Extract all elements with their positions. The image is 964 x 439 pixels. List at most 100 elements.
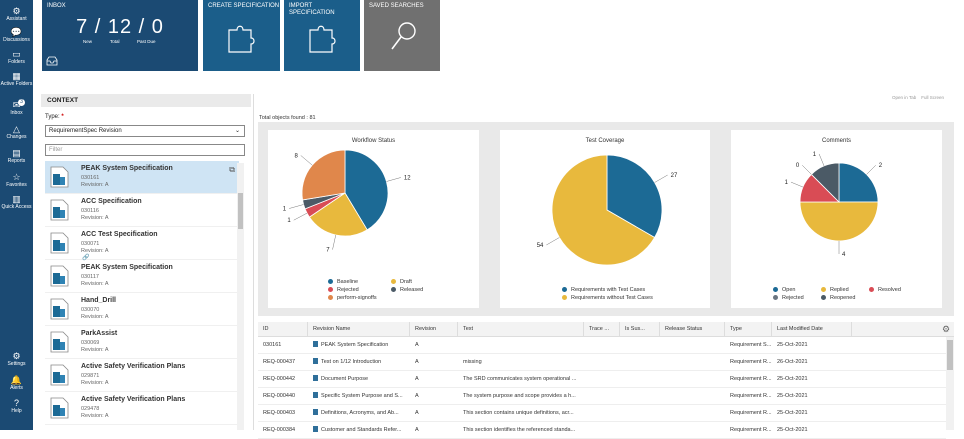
workflow-status-chart: Workflow Status 12 7 1 1 8 Baseline Draft Re… — [268, 130, 479, 308]
item-revision: Revision: A — [81, 380, 109, 386]
scrollbar-thumb[interactable] — [947, 340, 953, 370]
context-list-scrollbar[interactable] — [237, 163, 244, 430]
table-cell — [584, 354, 620, 371]
nav-changes[interactable]: △ Changes — [0, 124, 33, 140]
scrollbar-thumb[interactable] — [238, 193, 243, 229]
table-row[interactable]: REQ-000442 Document Purpose A The SRD commu… — [258, 371, 946, 388]
list-item[interactable]: ParkAssist 030069 Revision: A — [45, 326, 239, 359]
import-specification-tile[interactable]: IMPORT SPECIFICATION — [284, 0, 360, 71]
inbox-tile[interactable]: INBOX 7 / 12 / 0 New Total Past Due — [42, 0, 198, 71]
list-item[interactable]: Active Safety Verification Plans 029871 … — [45, 359, 239, 392]
open-external-icon[interactable]: ⧉ — [229, 165, 235, 175]
panel-divider[interactable] — [253, 94, 254, 430]
table-cell — [660, 337, 725, 354]
table-cell: This section contains unique definitions… — [463, 410, 574, 416]
col-release-status[interactable]: Release Status — [660, 322, 725, 337]
comments-chart: Comments 24101 Open Replied Resolved Rej… — [731, 130, 942, 308]
legend-item: Released — [391, 287, 423, 293]
table-cell: This section identifies the referenced s… — [463, 427, 576, 433]
help-icon: ? — [13, 398, 19, 408]
legend-swatch — [391, 279, 396, 284]
table-cell — [584, 405, 620, 422]
item-revision: Revision: A — [81, 215, 109, 221]
nav-discussions[interactable]: 💬 Discussions — [0, 27, 33, 43]
col-revision-name[interactable]: Revision Name — [308, 322, 410, 337]
nav-alerts[interactable]: 🔔 Alerts — [0, 375, 33, 391]
context-panel: CONTEXT Type: * RequirementSpec Revision… — [41, 94, 251, 430]
list-item[interactable]: Active Safety Verification Plans 029478 … — [45, 392, 239, 425]
nav-help[interactable]: ? Help — [0, 398, 33, 414]
table-cell: REQ-000437 — [263, 359, 296, 365]
inbox-counts: 7 / 12 / 0 — [76, 16, 164, 38]
item-id: 030161 — [81, 175, 100, 181]
item-id: 029478 — [81, 406, 100, 412]
nav-assistant[interactable]: ⚙ Assistant — [0, 6, 33, 22]
chevron-down-icon: ⌄ — [234, 128, 240, 134]
nav-favorites[interactable]: ☆ Favorites — [0, 172, 33, 188]
col-id[interactable]: ID — [258, 322, 308, 337]
legend-item: Replied — [821, 287, 849, 293]
discussions-icon: 💬 — [10, 27, 23, 37]
legend-swatch — [328, 287, 333, 292]
gear-icon[interactable]: ⚙ — [942, 324, 950, 335]
nav-settings[interactable]: ⚙ Settings — [0, 351, 33, 367]
item-name: ParkAssist — [81, 330, 118, 337]
nav-quick-access[interactable]: ▥ Quick Access — [0, 194, 33, 210]
legend-swatch — [562, 295, 567, 300]
full-screen-button[interactable]: Full Screen — [921, 95, 944, 100]
col-is-suspect[interactable]: Is Sus... — [620, 322, 660, 337]
list-item[interactable]: ACC Test Specification 030071 Revision: … — [45, 227, 239, 261]
open-in-tab-button[interactable]: Open in Tab — [892, 95, 916, 100]
nav-inbox[interactable]: ✉ 3 Inbox — [0, 99, 33, 116]
table-cell: 26-Oct-2021 — [777, 359, 808, 365]
tray-icon — [46, 56, 58, 66]
nav-folders[interactable]: ▭ Folders — [0, 49, 33, 65]
puzzle-icon — [228, 25, 255, 53]
table-row[interactable]: REQ-000384 Customer and Standards Refer..… — [258, 422, 946, 439]
table-cell: REQ-000403 — [263, 410, 296, 416]
table-cell: A — [415, 427, 419, 433]
list-item[interactable]: PEAK System Specification 030161 Revisio… — [45, 161, 239, 194]
required-marker: * — [61, 114, 64, 120]
item-id: 030070 — [81, 307, 100, 313]
requirement-spec-icon — [50, 364, 69, 386]
table-cell: Requirement R... — [730, 376, 772, 382]
col-trace[interactable]: Trace ... — [584, 322, 620, 337]
table-cell: Requirement R... — [730, 427, 772, 433]
table-row[interactable]: REQ-000403 Definitions, Acronyms, and Ab.… — [258, 405, 946, 422]
table-cell — [620, 354, 660, 371]
bell-icon: 🔔 — [10, 375, 23, 385]
list-item[interactable]: Hand_Drill 030070 Revision: A — [45, 293, 239, 326]
table-row[interactable]: 030161 PEAK System Specification A Requirem… — [258, 337, 946, 354]
puzzle-icon — [309, 25, 336, 53]
requirement-icon — [313, 392, 318, 398]
list-item[interactable]: PEAK System Specification 030117 Revisio… — [45, 260, 239, 293]
requirement-spec-icon — [50, 199, 69, 221]
folder-icon: ▭ — [12, 49, 21, 59]
col-last-modified[interactable]: Last Modified Date — [772, 322, 852, 337]
item-id: 029871 — [81, 373, 100, 379]
legend-item: Rejected — [773, 295, 804, 301]
inbox-icon: ✉ — [12, 100, 21, 110]
col-revision[interactable]: Revision — [410, 322, 458, 337]
table-cell: PEAK System Specification — [308, 337, 410, 354]
table-scrollbar[interactable] — [946, 337, 954, 430]
requirement-icon — [313, 358, 318, 364]
filter-input[interactable]: Filter — [45, 144, 245, 156]
table-row[interactable]: REQ-000437 Test on 1/12 Introduction Amiss… — [258, 354, 946, 371]
total-objects-found: Total objects found : 81 — [259, 115, 316, 121]
item-id: 030116 — [81, 208, 99, 214]
create-specification-tile[interactable]: CREATE SPECIFICATION — [203, 0, 280, 71]
saved-searches-tile[interactable]: SAVED SEARCHES — [364, 0, 440, 71]
requirement-icon — [313, 341, 318, 347]
nav-reports[interactable]: ▤ Reports — [0, 148, 33, 164]
col-type[interactable]: Type — [725, 322, 772, 337]
type-select[interactable]: RequirementSpec Revision ⌄ — [45, 125, 245, 137]
nav-active-folders[interactable]: ▦ Active Folders — [0, 71, 33, 87]
chart-legend: Requirements with Test Cases Requirement… — [500, 130, 710, 308]
table-row[interactable]: REQ-000440 Specific System Purpose and S.… — [258, 388, 946, 405]
item-name: PEAK System Specification — [81, 264, 173, 271]
col-text[interactable]: Text — [458, 322, 584, 337]
requirement-icon — [313, 409, 318, 415]
list-item[interactable]: ACC Specification 030116 Revision: A — [45, 194, 239, 227]
